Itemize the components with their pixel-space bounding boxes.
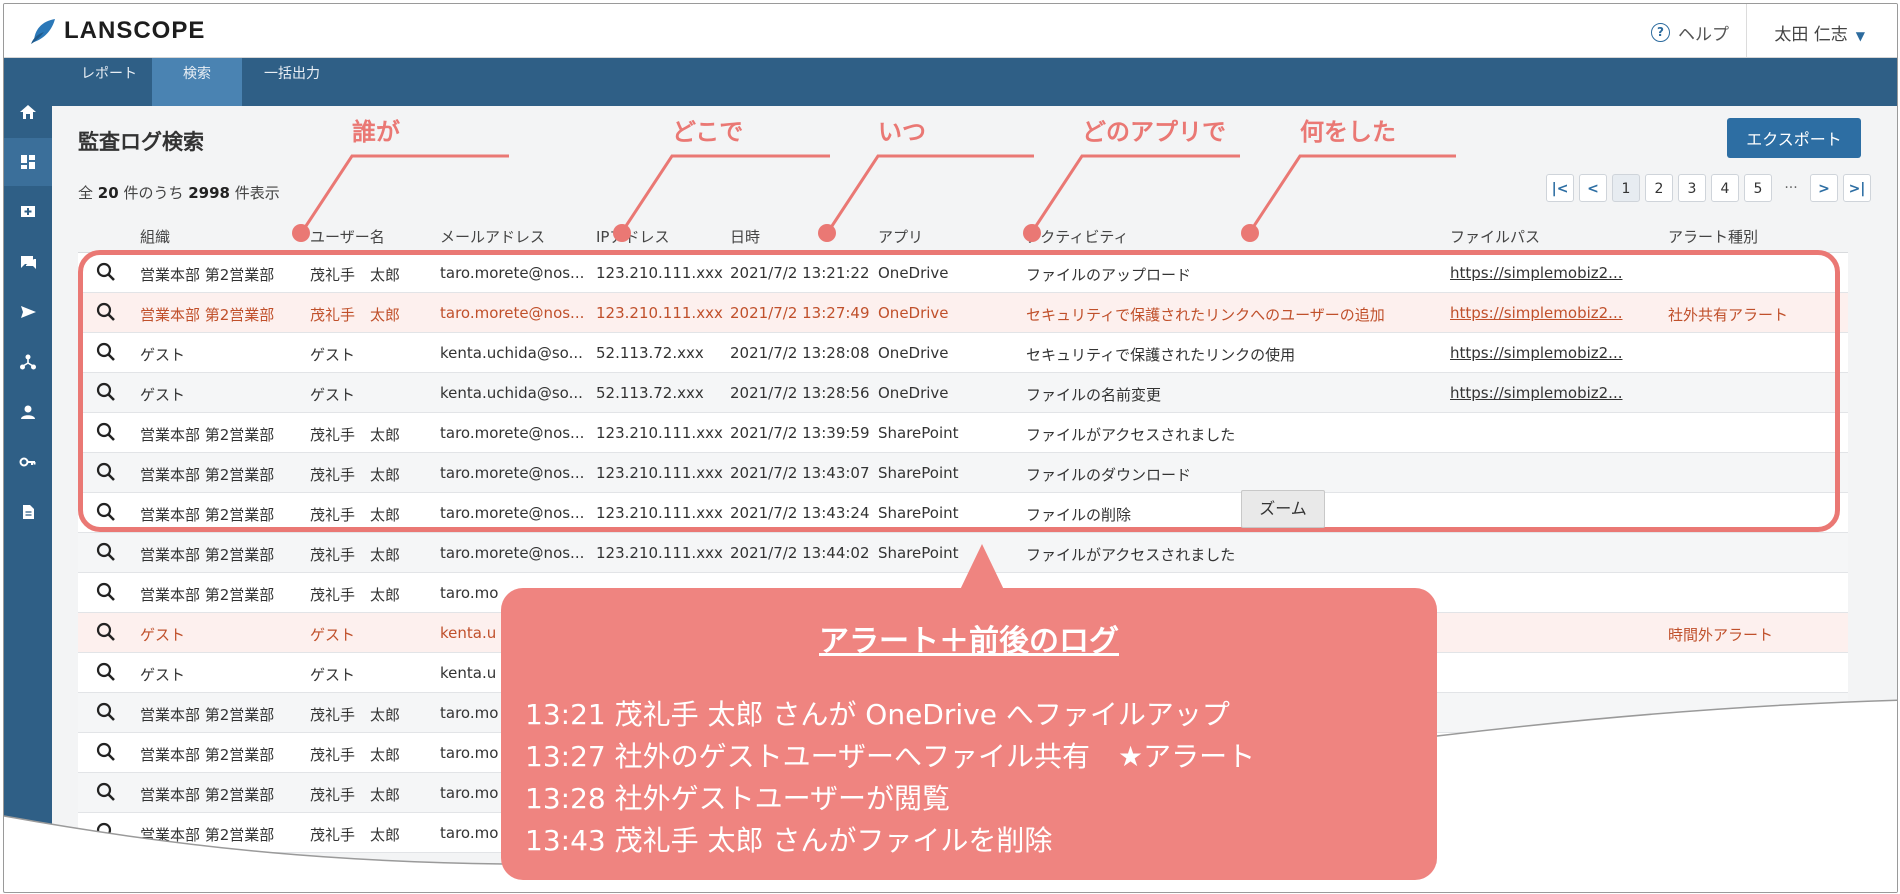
callout-line: 13:21 茂礼手 太郎 さんが OneDrive へファイルアップ [525,698,1230,731]
callout-title: アラート＋前後のログ [819,624,1119,659]
callout-lines: 13:21 茂礼手 太郎 さんが OneDrive へファイルアップ 13:27… [525,694,1255,862]
callout-line: 13:43 茂礼手 太郎 さんがファイルを削除 [525,824,1053,857]
callout-line: 13:28 社外ゲストユーザーが閲覧 [525,782,951,815]
callout-box: アラート＋前後のログ 13:21 茂礼手 太郎 さんが OneDrive へファ… [501,588,1437,880]
app-window: LANSCOPE ? ヘルプ 太田 仁志 ▼ レポート 検索 一括出力 監査ログ… [3,3,1898,893]
zoom-tooltip: ズーム [1241,490,1325,528]
callout-line: 13:27 社外のゲストユーザーへファイル共有 ★アラート [525,740,1256,773]
